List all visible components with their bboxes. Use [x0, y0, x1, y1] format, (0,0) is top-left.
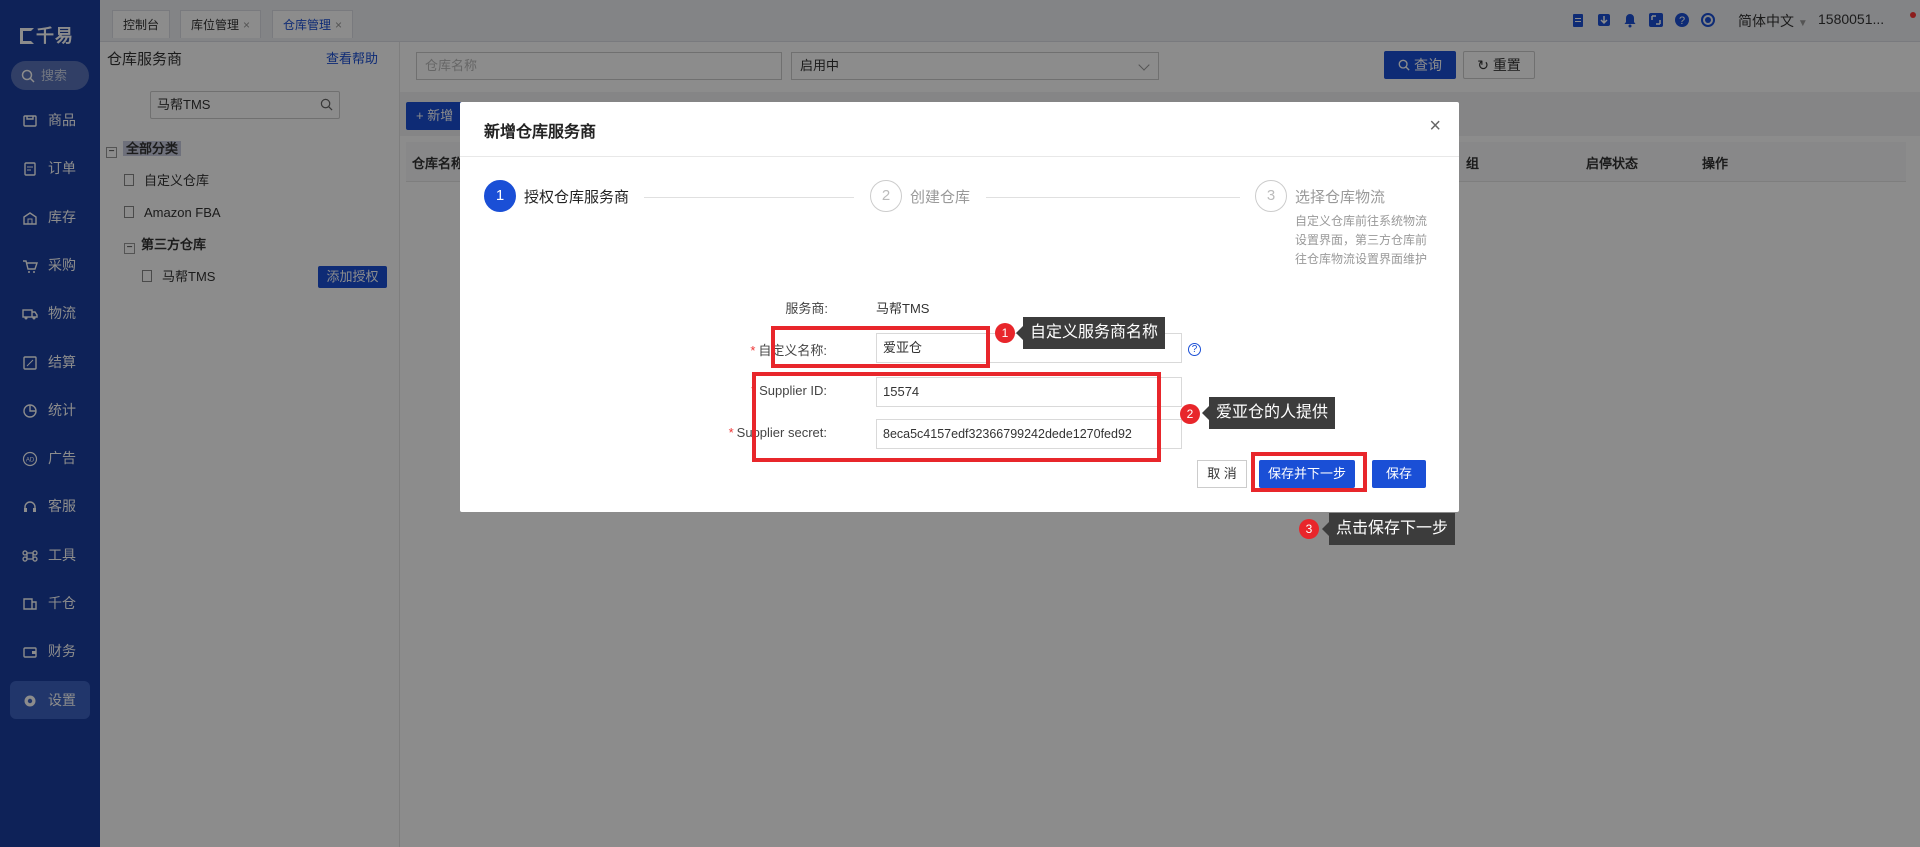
modal-title: 新增仓库服务商	[484, 124, 597, 141]
step-2-indicator: 2	[870, 180, 902, 212]
close-icon[interactable]: ×	[1429, 116, 1441, 136]
step-1-indicator: 1	[484, 180, 516, 212]
help-icon[interactable]: ?	[1188, 343, 1201, 356]
annotation-number: 2	[1180, 404, 1200, 424]
annotation-callout: 点击保存下一步	[1321, 513, 1456, 545]
save-button[interactable]: 保存	[1372, 460, 1426, 488]
cancel-button[interactable]: 取 消	[1197, 460, 1247, 488]
annotation-callout: 爱亚仓的人提供	[1201, 397, 1336, 429]
highlight-supplier-fields	[752, 372, 1161, 462]
step-connector	[986, 197, 1240, 198]
step-3-description: 自定义仓库前往系统物流设置界面，第三方仓库前往仓库物流设置界面维护	[1295, 214, 1428, 266]
step-3-indicator: 3	[1255, 180, 1287, 212]
step-connector	[644, 197, 854, 198]
step-1-label: 授权仓库服务商	[524, 189, 630, 206]
divider	[460, 156, 1459, 157]
annotation-callout: 自定义服务商名称	[1015, 317, 1166, 349]
annotation-number: 1	[995, 323, 1015, 343]
provider-label: 服务商:	[785, 301, 828, 316]
annotation-number: 3	[1299, 519, 1319, 539]
step-3-label: 选择仓库物流	[1295, 189, 1386, 206]
step-2-label: 创建仓库	[910, 189, 971, 206]
highlight-custom-name	[771, 326, 990, 368]
provider-value: 马帮TMS	[876, 301, 930, 316]
highlight-save-next	[1251, 452, 1367, 492]
